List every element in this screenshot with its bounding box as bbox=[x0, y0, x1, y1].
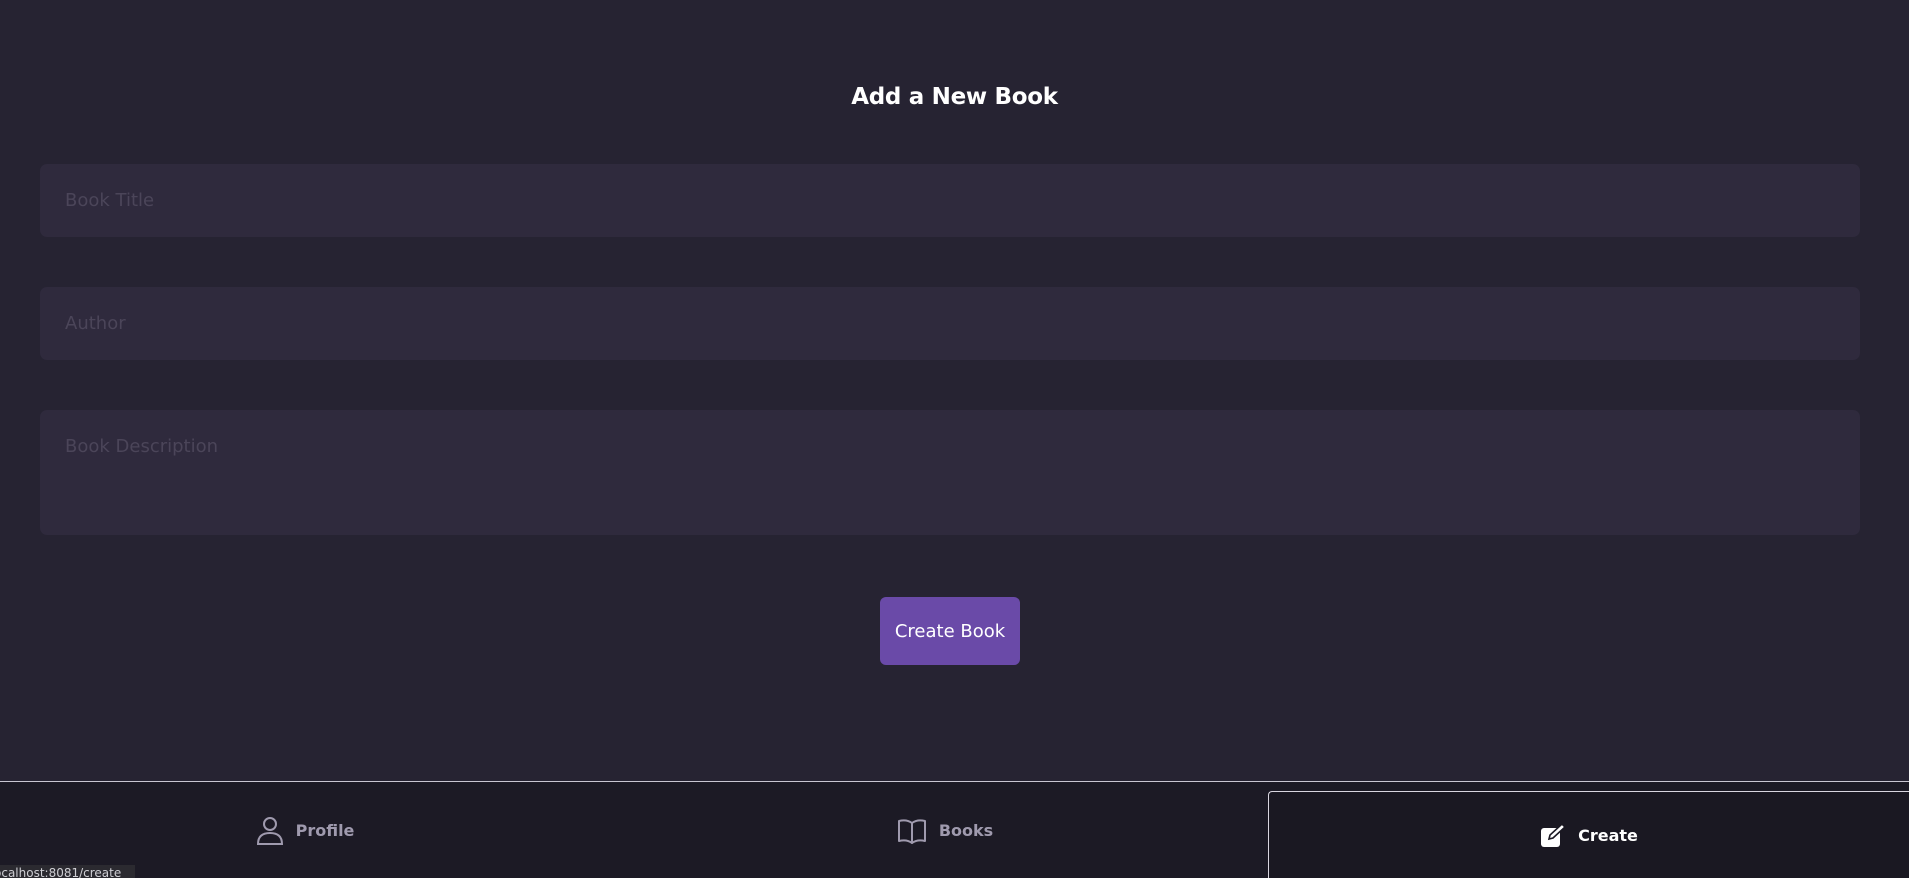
page-title: Add a New Book bbox=[851, 84, 1058, 110]
person-icon bbox=[256, 816, 284, 846]
book-description-input[interactable] bbox=[40, 410, 1860, 535]
status-bar-url-text: ocalhost:8081/create bbox=[0, 866, 122, 878]
book-title-input[interactable] bbox=[40, 164, 1860, 237]
author-input[interactable] bbox=[40, 287, 1860, 360]
open-book-icon bbox=[897, 818, 927, 844]
bottom-nav: Profile Books Create bbox=[0, 781, 1909, 878]
status-bar-url: ocalhost:8081/create bbox=[0, 865, 136, 878]
nav-tab-profile[interactable]: Profile bbox=[0, 782, 610, 878]
edit-square-icon bbox=[1540, 822, 1567, 849]
nav-tab-create-label: Create bbox=[1578, 826, 1638, 845]
nav-tab-create[interactable]: Create bbox=[1268, 791, 1909, 878]
nav-tab-books[interactable]: Books bbox=[635, 782, 1255, 878]
create-book-button[interactable]: Create Book bbox=[880, 597, 1020, 665]
nav-tab-profile-label: Profile bbox=[295, 821, 355, 840]
nav-tab-books-label: Books bbox=[938, 821, 994, 840]
